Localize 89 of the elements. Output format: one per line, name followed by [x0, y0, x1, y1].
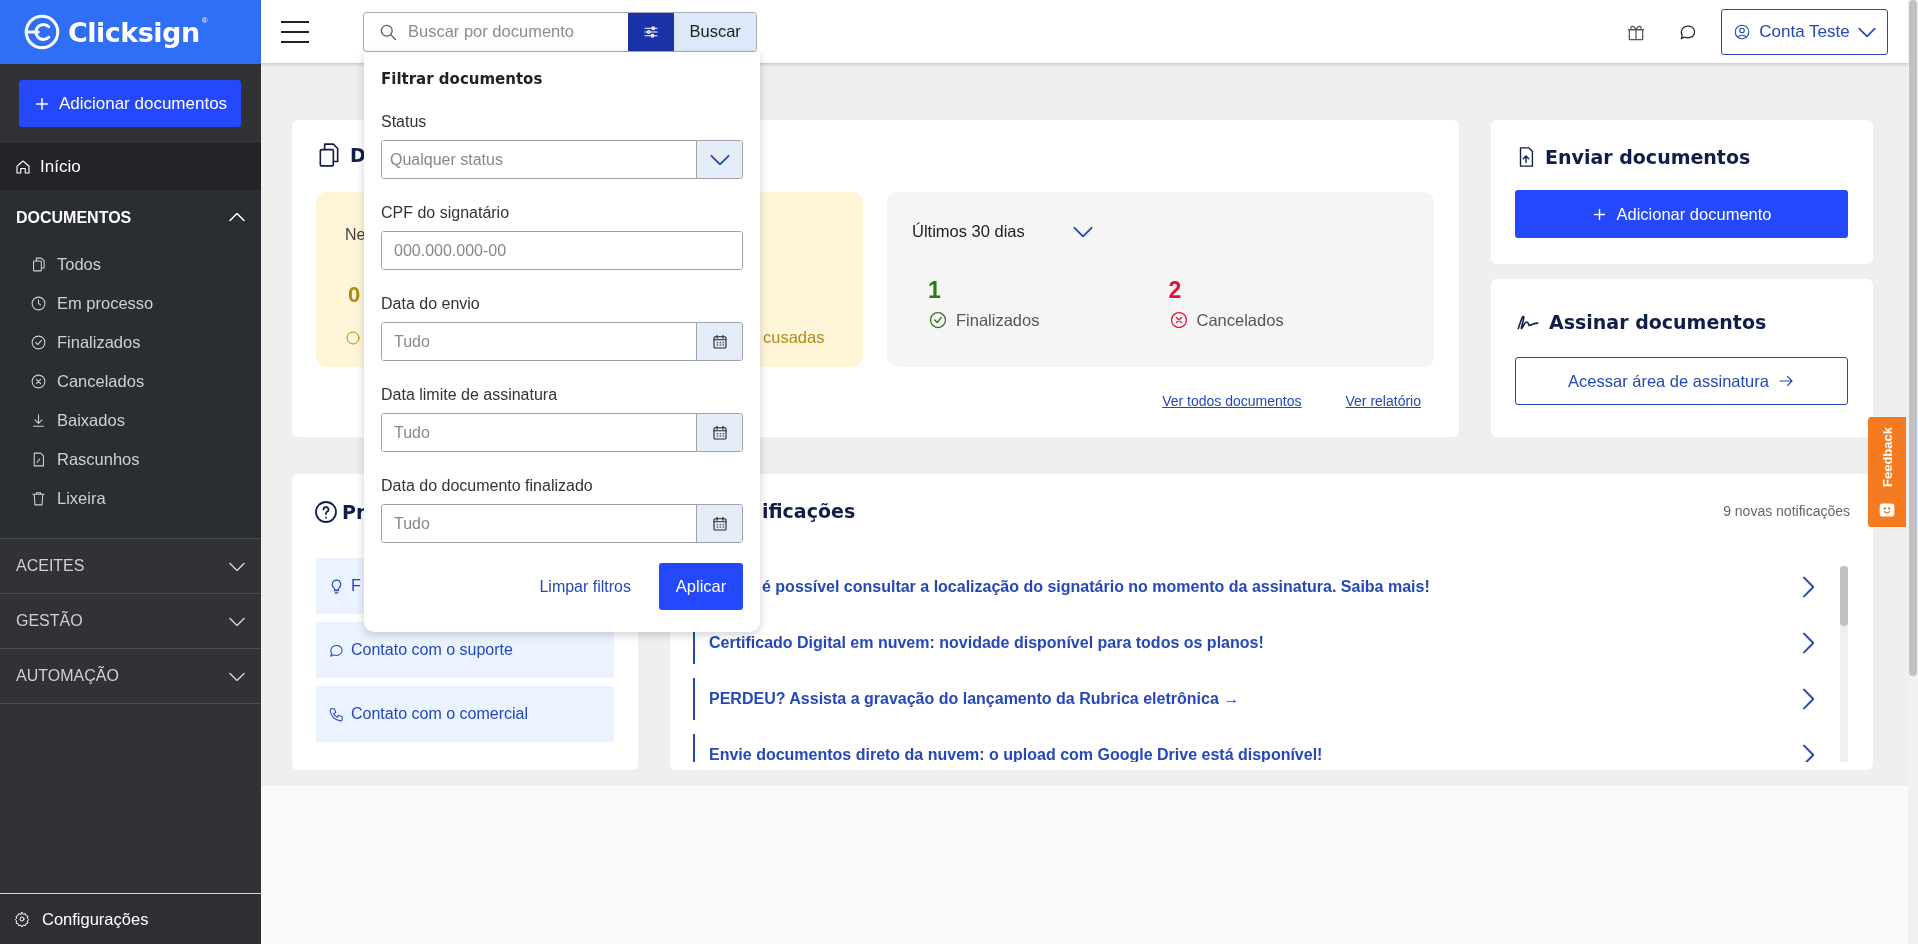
chevron-right-icon	[1802, 632, 1814, 654]
chevron-down-icon	[1857, 26, 1876, 37]
stat-label: Cancelados	[1196, 310, 1284, 330]
nav-item[interactable]: Início	[0, 143, 261, 190]
gear-icon	[14, 911, 30, 927]
chevron-up-icon	[229, 213, 245, 222]
chevron-down-icon	[709, 154, 730, 165]
search-button[interactable]: Buscar	[674, 12, 756, 51]
clock-icon	[30, 295, 47, 312]
field-label: CPF do signatário	[381, 204, 511, 222]
x-circle-icon	[1168, 310, 1189, 330]
nav-section[interactable]: AUTOMAÇÃO	[0, 649, 261, 703]
calendar-icon	[710, 423, 729, 442]
notification-item[interactable]: PERDEU? Assista a gravação do lançamento da Rubrica eletrônica →	[693, 678, 1814, 720]
report-link[interactable]: Ver relatório	[1345, 393, 1421, 409]
help-link[interactable]: Contato com o comercial	[316, 686, 614, 742]
circle-icon	[345, 329, 361, 346]
search-bar[interactable]: Buscar por documento Buscar	[363, 11, 757, 52]
registered-mark: ®	[201, 16, 208, 25]
nav-section[interactable]: GESTÃO	[0, 594, 261, 648]
brand-name: Clicksign	[68, 16, 200, 48]
trash-icon	[30, 490, 47, 507]
chevron-down-icon	[229, 616, 245, 626]
chevron-down-icon	[1072, 226, 1093, 237]
filter-field[interactable]: Tudo	[381, 322, 743, 361]
panel-title: Filtrar documentos	[381, 70, 544, 88]
signature-area-button[interactable]: Acessar área de assinatura	[1515, 357, 1848, 405]
period-select[interactable]: Últimos 30 dias	[912, 222, 1093, 241]
status-label: cusadas	[763, 328, 825, 347]
check-circle-icon	[30, 334, 47, 351]
download-icon	[30, 412, 47, 429]
nav-section[interactable]: ACEITES	[0, 539, 261, 593]
question-icon	[314, 500, 338, 524]
add-documents-button[interactable]: Adicionar documentos	[19, 80, 241, 127]
menu-button[interactable]	[281, 20, 309, 43]
card-title: Enviar documentos	[1545, 146, 1751, 168]
field-label: Status	[381, 113, 428, 131]
nav-item[interactable]: Todos	[0, 245, 261, 284]
chevron-down-icon	[229, 671, 245, 681]
chevron-right-icon	[1802, 576, 1814, 598]
search-field[interactable]: Buscar por documento	[408, 12, 628, 51]
nav-item[interactable]: Baixados	[0, 401, 261, 440]
nav-item[interactable]: Lixeira	[0, 479, 261, 518]
apply-button[interactable]: Aplicar	[659, 563, 743, 610]
dropdown-button[interactable]	[696, 141, 742, 178]
filter-field[interactable]: Tudo	[381, 413, 743, 452]
field-label: Data do documento finalizado	[381, 477, 594, 495]
card-title: ificações	[762, 500, 856, 522]
card-title: Assinar documentos	[1549, 311, 1767, 333]
calendar-icon	[710, 514, 729, 533]
card-title: D	[350, 144, 366, 166]
account-button[interactable]: Conta Teste	[1721, 8, 1888, 55]
chevron-right-icon	[1802, 744, 1814, 762]
copy-icon	[30, 256, 47, 273]
phone-icon	[328, 705, 345, 723]
add-document-button[interactable]: Adicionar documento	[1515, 190, 1848, 238]
nav-section[interactable]: DOCUMENTOS	[0, 190, 261, 245]
x-circle-icon	[30, 373, 47, 390]
chevron-down-icon	[229, 561, 245, 571]
chevron-right-icon	[1802, 688, 1814, 710]
check-circle-icon	[928, 310, 948, 330]
stat-value: 1	[928, 277, 941, 304]
stat-label: Finalizados	[956, 310, 1040, 330]
smile-icon	[1878, 501, 1896, 519]
field-label: Data limite de assinatura	[381, 386, 559, 404]
calendar-icon	[710, 332, 729, 351]
filter-field[interactable]: Tudo	[381, 504, 743, 543]
input-field[interactable]: 000.000.000-00	[382, 232, 742, 269]
scrollbar-thumb[interactable]	[1840, 566, 1848, 626]
scrollbar-thumb[interactable]	[1909, 0, 1917, 676]
panel-label: Ne	[345, 226, 366, 244]
report-link[interactable]: Ver todos documentos	[1162, 393, 1302, 409]
field-label: Data do envio	[381, 295, 481, 313]
filter-field[interactable]: Qualquer status	[381, 140, 743, 179]
nav-item[interactable]: Em processo	[0, 284, 261, 323]
nav-item[interactable]: Rascunhos	[0, 440, 261, 479]
calendar-button[interactable]	[696, 505, 742, 542]
clear-filters-link[interactable]: Limpar filtros	[533, 576, 637, 597]
stat-value: 2	[1168, 277, 1182, 304]
pending-count: 0	[348, 282, 361, 308]
logo-icon	[24, 14, 60, 50]
card-title: Pr	[342, 501, 366, 523]
calendar-button[interactable]	[696, 323, 742, 360]
filter-button[interactable]	[628, 12, 675, 51]
nav-item[interactable]: Finalizados	[0, 323, 261, 362]
calendar-button[interactable]	[696, 414, 742, 451]
nav-item[interactable]: Cancelados	[0, 362, 261, 401]
notification-count: 9 novas notificações	[1723, 503, 1850, 519]
user-icon	[1733, 22, 1752, 41]
